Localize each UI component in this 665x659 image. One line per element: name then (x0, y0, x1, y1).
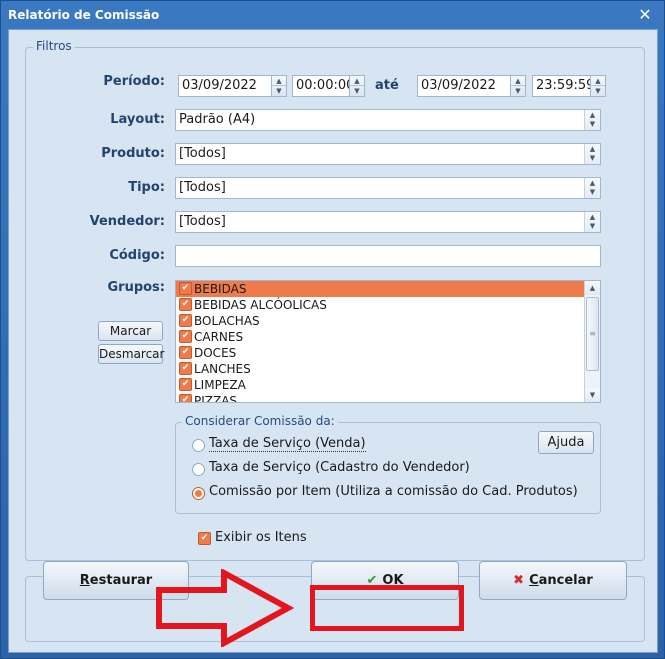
grupos-rows: ✔ BEBIDAS ✔ BEBIDAS ALCÓOLICAS ✔ BOLACHAS ✔ CAR… (176, 281, 600, 403)
produto-value: [Todos] (179, 146, 226, 161)
grupo-checkbox[interactable]: ✔ (179, 378, 192, 391)
grupo-checkbox[interactable]: ✔ (179, 346, 192, 359)
spin-down-icon[interactable]: ▼ (591, 86, 605, 96)
spin-down-icon[interactable]: ▼ (350, 86, 364, 96)
tipo-label: Tipo: (128, 180, 165, 195)
spin-up-icon[interactable]: ▲ (591, 76, 605, 86)
start-time-field[interactable]: 00:00:00 (292, 75, 350, 97)
report-window: Relatório de Comissão ✕ Filtros Período:… (0, 0, 665, 659)
grupo-checkbox[interactable]: ✔ (179, 282, 192, 295)
periodo-label: Período: (103, 74, 165, 89)
comissao-option-label[interactable]: Taxa de Serviço (Cadastro do Vendedor) (209, 460, 470, 475)
end-time-field[interactable]: 23:59:59 (532, 75, 591, 97)
exibir-itens-checkbox[interactable]: ✔ (198, 532, 211, 545)
updown-arrow-icon[interactable]: ▲ ▼ (584, 144, 600, 164)
start-time-spinner[interactable]: ▲ ▼ (349, 75, 365, 97)
vendedor-value: [Todos] (179, 214, 226, 229)
layout-value: Padrão (A4) (179, 112, 256, 127)
vendedor-select[interactable]: [Todos] ▲ ▼ (175, 211, 601, 233)
grupo-checkbox[interactable]: ✔ (179, 330, 192, 343)
ok-label: K (393, 573, 404, 588)
produto-select[interactable]: [Todos] ▲ ▼ (175, 143, 601, 165)
grupo-checkbox[interactable]: ✔ (179, 298, 192, 311)
restaurar-label: estaurar (89, 573, 153, 588)
restaurar-hotkey: R (79, 573, 90, 588)
cancelar-label: ancelar (538, 573, 593, 588)
grupo-list-item[interactable]: ✔ BEBIDAS (176, 281, 600, 297)
comissao-title: Considerar Comissão da: (182, 414, 338, 428)
cancelar-button[interactable]: ✖ Cancelar (479, 561, 627, 600)
scroll-thumb[interactable]: ≡ (586, 297, 599, 371)
grupo-label: DOCES (194, 346, 237, 360)
grupo-label: BEBIDAS ALCÓOLICAS (194, 298, 327, 312)
grupos-scrollbar[interactable]: ▲ ≡ ▼ (584, 281, 600, 402)
grupo-list-item[interactable]: ✔ BEBIDAS ALCÓOLICAS (176, 297, 600, 313)
updown-arrow-icon[interactable]: ▲ ▼ (584, 110, 600, 130)
grupo-list-item[interactable]: ✔ DOCES (176, 345, 600, 361)
grupo-list-item[interactable]: ✔ LIMPEZA (176, 377, 600, 393)
close-icon[interactable]: ✕ (635, 6, 655, 24)
desmarcar-button[interactable]: Desmarcar (98, 344, 164, 364)
vendedor-label: Vendedor: (89, 214, 165, 229)
spin-up-icon[interactable]: ▲ (511, 76, 525, 86)
grupo-label: CARNES (194, 330, 244, 344)
codigo-label: Código: (109, 248, 165, 263)
exibir-itens-label: Exibir os Itens (215, 530, 307, 545)
codigo-input[interactable] (175, 245, 601, 267)
grupos-label: Grupos: (107, 280, 165, 295)
check-icon: ✔ (366, 573, 378, 588)
spin-down-icon[interactable]: ▼ (272, 86, 286, 96)
produto-label: Produto: (101, 146, 165, 161)
updown-arrow-icon[interactable]: ▲ ▼ (584, 212, 600, 232)
grupo-label: BOLACHAS (194, 314, 260, 328)
grupo-checkbox[interactable]: ✔ (179, 394, 192, 402)
grupo-list-item[interactable]: ✔ PIZZAS (176, 393, 600, 403)
comissao-option-label[interactable]: Taxa de Serviço (Venda) (209, 436, 366, 452)
comissao-option-label[interactable]: Comissão por Item (Utiliza a comissão do… (209, 484, 578, 499)
scroll-down-icon[interactable]: ▼ (585, 388, 600, 402)
comissao-radio[interactable] (192, 439, 205, 452)
ok-button[interactable]: ✔ OK (311, 561, 459, 600)
tipo-value: [Todos] (179, 180, 226, 195)
grupo-label: LIMPEZA (194, 378, 246, 392)
start-date-spinner[interactable]: ▲ ▼ (271, 75, 287, 97)
restaurar-button[interactable]: Restaurar (43, 561, 189, 600)
updown-arrow-icon[interactable]: ▲ ▼ (584, 178, 600, 198)
marcar-button[interactable]: Marcar (98, 321, 163, 341)
grupo-label: LANCHES (194, 362, 251, 376)
grupos-list[interactable]: ✔ BEBIDAS ✔ BEBIDAS ALCÓOLICAS ✔ BOLACHAS ✔ CAR… (175, 280, 601, 403)
grupo-list-item[interactable]: ✔ BOLACHAS (176, 313, 600, 329)
end-date-spinner[interactable]: ▲ ▼ (510, 75, 526, 97)
grupo-checkbox[interactable]: ✔ (179, 314, 192, 327)
grupo-checkbox[interactable]: ✔ (179, 362, 192, 375)
ajuda-button[interactable]: Ajuda (538, 431, 594, 454)
spin-up-icon[interactable]: ▲ (350, 76, 364, 86)
scroll-up-icon[interactable]: ▲ (585, 281, 600, 295)
cancelar-hotkey: C (529, 573, 539, 588)
grupo-label: PIZZAS (194, 394, 238, 403)
comissao-radio[interactable] (192, 463, 205, 476)
spin-up-icon[interactable]: ▲ (272, 76, 286, 86)
layout-label: Layout: (110, 112, 165, 127)
ok-hotkey: O (382, 573, 394, 588)
end-date-field[interactable]: 03/09/2022 (417, 75, 511, 97)
filtros-title: Filtros (33, 39, 75, 53)
grupo-label: BEBIDAS (194, 282, 247, 296)
layout-select[interactable]: Padrão (A4) ▲ ▼ (175, 109, 601, 131)
ate-label: até (375, 78, 399, 93)
grupo-list-item[interactable]: ✔ CARNES (176, 329, 600, 345)
end-time-spinner[interactable]: ▲ ▼ (590, 75, 606, 97)
x-icon: ✖ (513, 573, 525, 588)
tipo-select[interactable]: [Todos] ▲ ▼ (175, 177, 601, 199)
grupo-list-item[interactable]: ✔ LANCHES (176, 361, 600, 377)
window-title: Relatório de Comissão (8, 8, 160, 22)
start-date-field[interactable]: 03/09/2022 (178, 75, 272, 97)
spin-down-icon[interactable]: ▼ (511, 86, 525, 96)
comissao-radio[interactable] (192, 487, 205, 500)
window-client: Filtros Período: 03/09/2022 ▲ ▼ 00:00:00 … (8, 29, 658, 653)
